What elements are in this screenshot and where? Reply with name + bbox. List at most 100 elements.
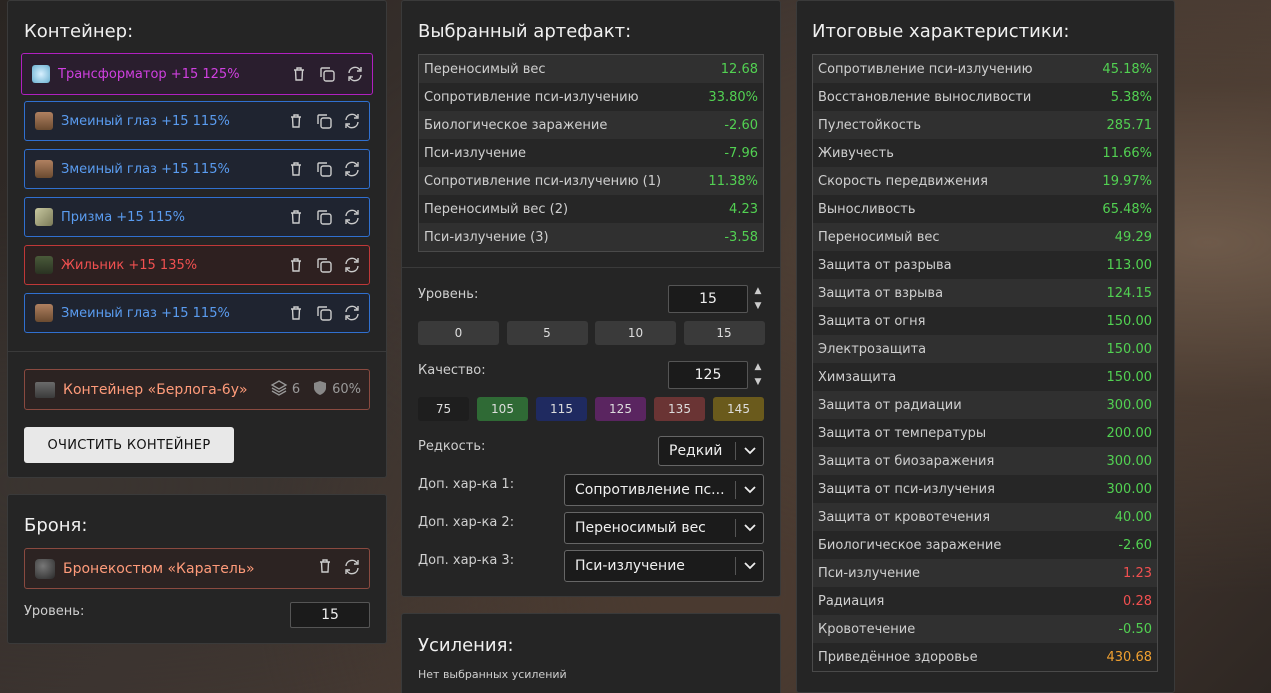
stat-value: -2.60	[1118, 537, 1152, 553]
stat-value: 40.00	[1114, 509, 1152, 525]
artifact-slot-name: Змеиный глаз +15 115%	[61, 113, 230, 129]
stat-row: Биологическое заражение -2.60	[419, 111, 763, 139]
refresh-icon[interactable]	[343, 256, 361, 274]
stat-label: Защита от кровотечения	[818, 509, 991, 525]
copy-icon[interactable]	[315, 160, 333, 178]
armor-card[interactable]: Бронекостюм «Каратель»	[24, 548, 370, 589]
refresh-icon[interactable]	[346, 65, 364, 83]
refresh-icon[interactable]	[343, 304, 361, 322]
container-box-icon	[35, 381, 55, 398]
stat-value: 150.00	[1106, 341, 1153, 357]
quality-down-icon[interactable]: ▼	[752, 376, 764, 388]
quality-preset-button[interactable]: 115	[536, 397, 587, 421]
quality-preset-button[interactable]: 125	[595, 397, 646, 421]
transformer-icon	[32, 65, 50, 83]
refresh-icon[interactable]	[343, 112, 361, 130]
artifact-slot-name: Трансформатор +15 125%	[58, 66, 240, 82]
artifact-stats-table: Переносимый вес 12.68 Сопротивление пси-из…	[418, 54, 764, 252]
quality-input[interactable]: 125	[668, 361, 748, 389]
stat-label: Скорость передвижения	[818, 173, 988, 189]
stat-row: Биологическое заражение -2.60	[813, 531, 1157, 559]
quality-label: Качество:	[418, 363, 486, 378]
rarity-select[interactable]: Редкий	[658, 436, 764, 466]
artifact-slot[interactable]: Змеиный глаз +15 115%	[24, 101, 370, 141]
stat-row: Кровотечение -0.50	[813, 615, 1157, 643]
quality-preset-button[interactable]: 105	[477, 397, 528, 421]
stat-label: Защита от радиации	[818, 397, 962, 413]
refresh-icon[interactable]	[343, 160, 361, 178]
stat-value: 33.80%	[708, 89, 758, 105]
stat-row: Защита от температуры 200.00	[813, 419, 1157, 447]
container-box-name: Контейнер «Берлога-6у»	[63, 381, 248, 398]
copy-icon[interactable]	[315, 208, 333, 226]
stat-label: Защита от огня	[818, 313, 926, 329]
artifact-slot[interactable]: Трансформатор +15 125%	[21, 53, 373, 95]
copy-icon[interactable]	[315, 304, 333, 322]
refresh-icon[interactable]	[343, 558, 361, 580]
copy-icon[interactable]	[315, 112, 333, 130]
artifact-slot[interactable]: Жильник +15 135%	[24, 245, 370, 285]
stat-value: 300.00	[1106, 481, 1153, 497]
stat-value: 430.68	[1106, 649, 1153, 665]
stat-row: Сопротивление пси-излучению (1) 11.38%	[419, 167, 763, 195]
snake-eye-icon	[35, 160, 53, 178]
delete-icon[interactable]	[287, 112, 305, 130]
stat-row: Защита от пси-излучения 300.00	[813, 475, 1157, 503]
level-preset-button[interactable]: 0	[418, 321, 499, 345]
copy-icon[interactable]	[318, 65, 336, 83]
stat-label: Защита от биозаражения	[818, 453, 995, 469]
quality-preset-button[interactable]: 75	[418, 397, 469, 421]
level-preset-button[interactable]: 15	[683, 321, 765, 345]
stat-label: Защита от взрыва	[818, 285, 944, 301]
level-up-icon[interactable]: ▲	[752, 285, 764, 297]
delete-icon[interactable]	[290, 65, 308, 83]
level-preset-button[interactable]: 5	[506, 321, 588, 345]
stat-value: 65.48%	[1102, 201, 1152, 217]
stat-label: Защита от пси-излучения	[818, 481, 995, 497]
clear-container-button[interactable]: ОЧИСТИТЬ КОНТЕЙНЕР	[24, 427, 234, 463]
level-input[interactable]: 15	[668, 285, 748, 313]
quality-up-icon[interactable]: ▲	[752, 361, 764, 373]
stat-label: Кровотечение	[818, 621, 916, 637]
artifact-slot[interactable]: Змеиный глаз +15 115%	[24, 149, 370, 189]
level-label: Уровень:	[418, 287, 479, 302]
delete-icon[interactable]	[287, 208, 305, 226]
stat-value: -7.96	[724, 145, 758, 161]
stat-label: Защита от разрыва	[818, 257, 952, 273]
artifact-slot-name: Жильник +15 135%	[61, 257, 198, 273]
stat-row: Живучесть 11.66%	[813, 139, 1157, 167]
stat-value: 285.71	[1106, 117, 1153, 133]
stat-row: Защита от огня 150.00	[813, 307, 1157, 335]
stat-row: Выносливость 65.48%	[813, 195, 1157, 223]
stat-label: Радиация	[818, 593, 885, 609]
artifact-slot[interactable]: Призма +15 115%	[24, 197, 370, 237]
extra2-select[interactable]: Переносимый вес	[564, 512, 764, 544]
artifact-slot-name: Змеиный глаз +15 115%	[61, 305, 230, 321]
armor-level-input[interactable]: 15	[290, 602, 370, 628]
extra3-label: Доп. хар-ка 3:	[418, 553, 515, 568]
slot-actions	[287, 160, 369, 178]
delete-icon[interactable]	[287, 160, 305, 178]
slot-actions	[287, 304, 369, 322]
extra1-select[interactable]: Сопротивление пс...	[564, 474, 764, 506]
extra3-select[interactable]: Пси-излучение	[564, 550, 764, 582]
delete-icon[interactable]	[317, 558, 333, 580]
stat-value: 200.00	[1106, 425, 1153, 441]
rarity-value: Редкий	[669, 443, 723, 459]
artifact-slot[interactable]: Змеиный глаз +15 115%	[24, 293, 370, 333]
delete-icon[interactable]	[287, 304, 305, 322]
stat-value: 150.00	[1106, 313, 1153, 329]
stat-row: Пси-излучение 1.23	[813, 559, 1157, 587]
stat-row: Электрозащита 150.00	[813, 335, 1157, 363]
boosts-panel: Усиления: Нет выбранных усилений	[401, 613, 781, 693]
container-box-card[interactable]: Контейнер «Берлога-6у» 6 60%	[24, 369, 370, 410]
stat-label: Пси-излучение	[818, 565, 921, 581]
artifact-title: Выбранный артефакт:	[418, 21, 632, 42]
level-down-icon[interactable]: ▼	[752, 300, 764, 312]
refresh-icon[interactable]	[343, 208, 361, 226]
copy-icon[interactable]	[315, 256, 333, 274]
delete-icon[interactable]	[287, 256, 305, 274]
quality-preset-button[interactable]: 135	[654, 397, 705, 421]
level-preset-button[interactable]: 10	[595, 321, 676, 345]
quality-preset-button[interactable]: 145	[713, 397, 764, 421]
